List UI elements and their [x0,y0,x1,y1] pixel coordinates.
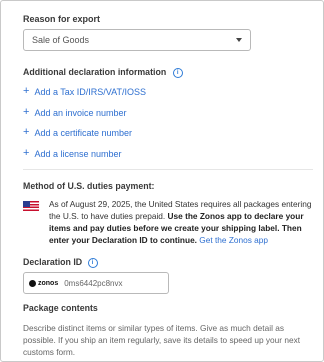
info-icon[interactable]: i [172,67,183,78]
duties-payment-label: Method of U.S. duties payment: [23,181,155,191]
chevron-down-icon [236,38,242,42]
declaration-id-value: 0ms6442pc8nvx [64,278,123,288]
add-invoice-number-link[interactable]: + Add an invoice number [23,107,127,118]
us-flag-icon [23,201,39,211]
add-certificate-number-label: Add a certificate number [34,127,132,138]
add-tax-id-link[interactable]: + Add a Tax ID/IRS/VAT/IOSS [23,86,146,97]
duties-notice: As of August 29, 2025, the United States… [49,198,315,246]
add-invoice-number-label: Add an invoice number [34,107,127,118]
zonos-logo-mark [29,279,36,287]
package-contents-label: Package contents [23,303,98,313]
flag-canton [23,201,30,207]
get-zonos-app-link[interactable]: Get the Zonos app [199,235,268,245]
plus-icon: + [23,85,30,97]
add-license-number-label: Add a license number [34,148,122,159]
add-tax-id-label: Add a Tax ID/IRS/VAT/IOSS [34,86,146,97]
additional-declaration-label: Additional declaration information [23,67,167,77]
plus-icon: + [23,147,30,159]
add-license-number-link[interactable]: + Add a license number [23,148,122,159]
info-icon[interactable]: i [87,257,98,268]
declaration-id-input[interactable]: zonos 0ms6442pc8nvx [23,272,169,294]
declaration-id-label: Declaration ID [23,257,83,267]
reason-for-export-label: Reason for export [23,14,101,24]
add-certificate-number-link[interactable]: + Add a certificate number [23,127,132,138]
plus-icon: + [23,126,30,138]
plus-icon: + [23,106,30,118]
additional-declaration-heading: Additional declaration information i [23,67,183,78]
reason-select-value: Sale of Goods [32,35,90,45]
zonos-logo-text: zonos [38,279,59,287]
section-divider [23,169,313,170]
customs-form-panel: Reason for export Sale of Goods Addition… [0,0,324,362]
declaration-id-heading: Declaration ID i [23,257,98,268]
zonos-logo: zonos [29,279,59,287]
package-contents-description: Describe distinct items or similar types… [23,323,301,357]
reason-for-export-select[interactable]: Sale of Goods [23,29,251,51]
